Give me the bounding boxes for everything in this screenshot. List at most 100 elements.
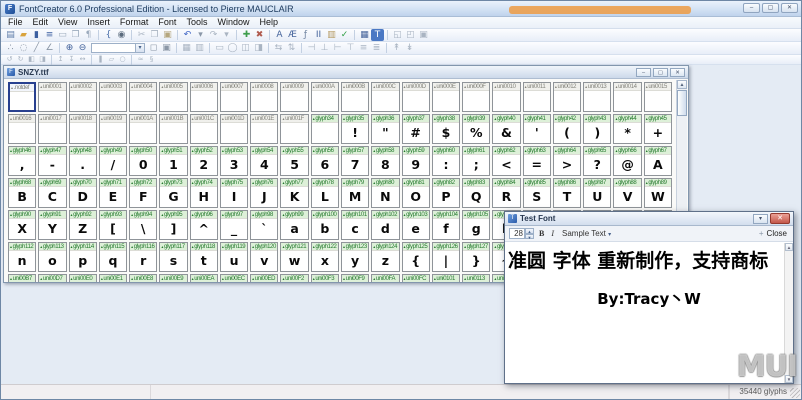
glyph-cell[interactable]: glyph105g xyxy=(462,210,490,240)
glyph-cell[interactable]: uni00ED xyxy=(250,274,278,282)
glyph-cell[interactable]: uni001E xyxy=(250,114,278,144)
chevron-down-icon[interactable]: ▾ xyxy=(135,44,144,52)
point-mode-icon[interactable]: ◌ xyxy=(17,42,30,54)
glyph-cell[interactable]: glyph43) xyxy=(583,114,611,144)
glyph-cell[interactable]: glyph522 xyxy=(190,146,218,176)
glyph-cell[interactable]: glyph47- xyxy=(38,146,66,176)
glyph-cell[interactable]: glyph102d xyxy=(371,210,399,240)
glyph-cell[interactable]: glyph70D xyxy=(69,178,97,208)
glyph-cell[interactable]: uni0014 xyxy=(613,82,641,112)
glyph-cell[interactable]: uni00FA xyxy=(371,274,399,282)
glyph-cell[interactable]: glyph544 xyxy=(250,146,278,176)
close-button[interactable]: ✕ xyxy=(781,3,798,13)
document-close-button[interactable]: ✕ xyxy=(670,68,685,77)
maximize-button[interactable]: ▢ xyxy=(762,3,779,13)
align-left-icon[interactable]: ⊣ xyxy=(305,42,318,54)
glyph-cell[interactable]: glyph39% xyxy=(462,114,490,144)
glyph-cell[interactable]: glyph116r xyxy=(129,242,157,272)
glyph-cell[interactable]: uni00B7 xyxy=(8,274,36,282)
glyph-cell[interactable]: uni0016 xyxy=(8,114,36,144)
test-font-scrollbar[interactable]: ▲ ▼ xyxy=(784,243,793,383)
glyph-cell[interactable]: glyph79M xyxy=(341,178,369,208)
glyph-cell[interactable]: glyph599 xyxy=(402,146,430,176)
glyph-cell[interactable]: glyph71E xyxy=(99,178,127,208)
glyph-cell[interactable]: glyph120v xyxy=(250,242,278,272)
glyph-cell[interactable]: glyph94\ xyxy=(129,210,157,240)
glyph-cell[interactable]: glyph91Y xyxy=(38,210,66,240)
zoom-out-icon[interactable]: ⊖ xyxy=(76,42,89,54)
glyph-cell[interactable]: glyph500 xyxy=(129,146,157,176)
glyph-cell[interactable]: glyph48. xyxy=(69,146,97,176)
scroll-down-icon[interactable]: ▼ xyxy=(785,375,793,383)
contour-mode-icon[interactable]: ∴ xyxy=(4,42,17,54)
show-grid-icon[interactable]: ▦ xyxy=(180,42,193,54)
glyph-cell[interactable]: uni00F9 xyxy=(341,274,369,282)
glyph-cell[interactable]: glyph93[ xyxy=(99,210,127,240)
font-size-value[interactable]: 28 xyxy=(509,228,525,239)
menu-view[interactable]: View xyxy=(53,17,82,28)
glyph-cell[interactable]: glyph126| xyxy=(432,242,460,272)
preview-panel-icon[interactable]: ▥ xyxy=(325,29,338,41)
glyph-cell[interactable]: glyph113o xyxy=(38,242,66,272)
glyph-cell[interactable]: uni0003 xyxy=(99,82,127,112)
glyph-cell[interactable]: glyph37# xyxy=(402,114,430,144)
glyph-cell[interactable]: uni0002 xyxy=(69,82,97,112)
glyph-cell[interactable]: glyph46, xyxy=(8,146,36,176)
order-up-icon[interactable]: ↟ xyxy=(390,42,403,54)
test-font-icon[interactable]: T xyxy=(371,29,384,41)
menu-file[interactable]: File xyxy=(3,17,28,28)
pin-icon[interactable]: + xyxy=(759,229,764,238)
glyph-cell[interactable]: glyph97_ xyxy=(220,210,248,240)
glyph-cell[interactable]: glyph36" xyxy=(371,114,399,144)
rotate-ccw-icon[interactable]: ↺ xyxy=(4,55,15,64)
order-down-icon[interactable]: ↡ xyxy=(403,42,416,54)
glyph-cell[interactable]: glyph44* xyxy=(613,114,641,144)
glyph-cell[interactable]: uni00F2 xyxy=(280,274,308,282)
glyph-cell[interactable]: glyph100b xyxy=(311,210,339,240)
glyph-cell[interactable]: glyph101c xyxy=(341,210,369,240)
glyph-cell[interactable]: uni0004 xyxy=(129,82,157,112)
glyph-cell[interactable]: uni000B xyxy=(341,82,369,112)
copy-icon[interactable]: ❐ xyxy=(148,29,161,41)
glyph-cell[interactable]: uni0019 xyxy=(99,114,127,144)
glyph-cell[interactable]: glyph40& xyxy=(492,114,520,144)
glyph-cell[interactable]: glyph34 xyxy=(311,114,339,144)
glyph-cell[interactable]: uni0010 xyxy=(492,82,520,112)
align-center-icon[interactable]: ⊥ xyxy=(318,42,331,54)
glyph-cell[interactable]: uni0009 xyxy=(280,82,308,112)
glyph-cell[interactable]: glyph118t xyxy=(190,242,218,272)
glyph-cell[interactable]: glyph577 xyxy=(341,146,369,176)
zoom-glyph-icon[interactable]: ▣ xyxy=(160,42,173,54)
glyph-cell[interactable]: glyph76J xyxy=(250,178,278,208)
glyph-cell[interactable]: uni0101 xyxy=(432,274,460,282)
zoom-selection-icon[interactable]: ◻ xyxy=(147,42,160,54)
outline-effect-icon[interactable]: ○ xyxy=(117,55,128,64)
glyph-cell[interactable]: glyph99a xyxy=(280,210,308,240)
code-braces-icon[interactable]: { xyxy=(102,29,115,41)
glyph-cell[interactable]: uni00D7 xyxy=(38,274,66,282)
print-icon[interactable]: ❐ xyxy=(69,29,82,41)
glyph-cell[interactable]: glyph511 xyxy=(159,146,187,176)
menu-edit[interactable]: Edit xyxy=(28,17,54,28)
glyph-cell[interactable]: glyph78L xyxy=(311,178,339,208)
scroll-up-icon[interactable]: ▲ xyxy=(677,80,687,89)
glyph-cell[interactable]: glyph98` xyxy=(250,210,278,240)
glyph-cell[interactable]: uni0008 xyxy=(250,82,278,112)
test-font-close-button[interactable]: ✕ xyxy=(770,213,790,224)
rotate-cw-icon[interactable]: ↻ xyxy=(15,55,26,64)
glyph-cell[interactable]: glyph66@ xyxy=(613,146,641,176)
glyph-cell[interactable]: glyph112n xyxy=(8,242,36,272)
validate-icon[interactable]: ✓ xyxy=(338,29,351,41)
undo-dropdown-icon[interactable]: ▾ xyxy=(194,29,207,41)
menu-window[interactable]: Window xyxy=(212,17,254,28)
glyph-cell[interactable]: glyph533 xyxy=(220,146,248,176)
glyph-cell[interactable]: glyph87U xyxy=(583,178,611,208)
glyph-cell[interactable]: glyph82P xyxy=(432,178,460,208)
document-titlebar[interactable]: F SNZY.ttf ‒ ▢ ✕ xyxy=(4,66,688,79)
mirror-contour-icon[interactable]: ◨ xyxy=(37,55,48,64)
glyph-cell[interactable]: uni000C xyxy=(371,82,399,112)
glyph-cell[interactable]: glyph125{ xyxy=(402,242,430,272)
glyph-cell[interactable]: uni0018 xyxy=(69,114,97,144)
glyph-cell[interactable]: glyph95] xyxy=(159,210,187,240)
glyph-cell[interactable]: uni00FC xyxy=(402,274,430,282)
